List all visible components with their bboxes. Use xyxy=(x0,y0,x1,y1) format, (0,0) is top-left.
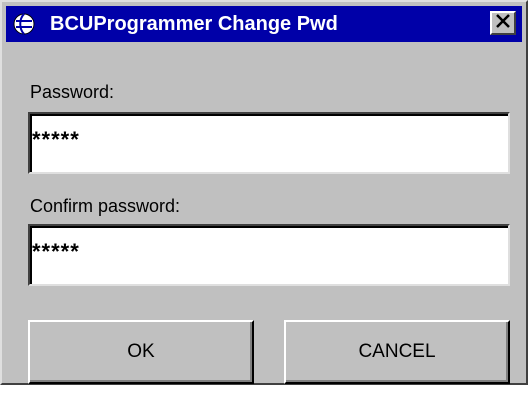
password-label: Password: xyxy=(30,82,115,102)
window-title: BCUProgrammer Change Pwd xyxy=(50,12,338,35)
change-password-dialog: BCUProgrammer Change Pwd Password: *****… xyxy=(0,0,528,385)
title-bar[interactable]: BCUProgrammer Change Pwd xyxy=(6,6,522,42)
confirm-password-value: ***** xyxy=(32,239,80,264)
confirm-password-field[interactable]: ***** xyxy=(28,224,510,286)
password-field[interactable]: ***** xyxy=(28,112,510,174)
password-value: ***** xyxy=(32,127,80,152)
cancel-button[interactable]: CANCEL xyxy=(284,320,510,384)
confirm-password-label: Confirm password: xyxy=(30,196,181,216)
app-globe-icon xyxy=(12,12,36,36)
close-button[interactable] xyxy=(490,11,516,35)
password-field-border xyxy=(30,114,508,172)
confirm-password-field-border xyxy=(30,226,508,284)
ok-button[interactable]: OK xyxy=(28,320,254,384)
close-icon xyxy=(496,13,510,33)
